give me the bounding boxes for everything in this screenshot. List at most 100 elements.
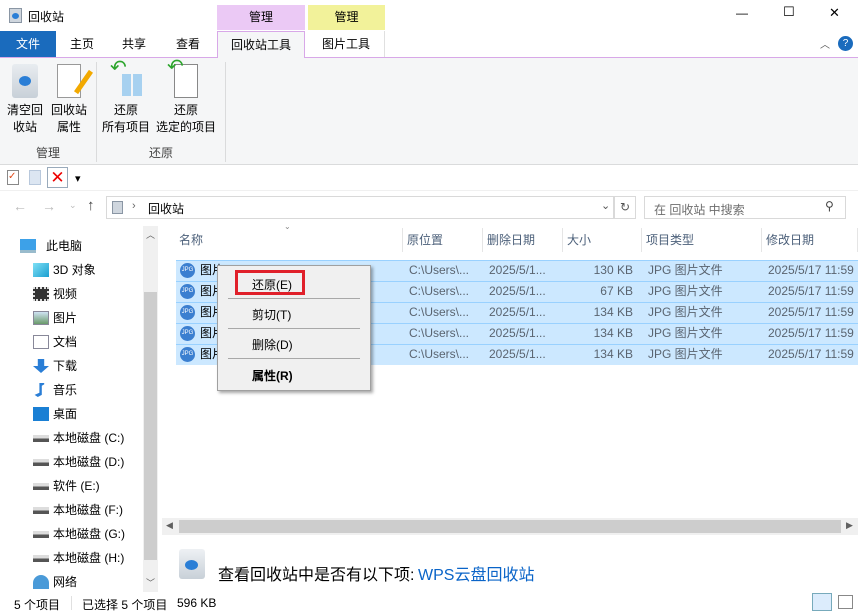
- restore-all-button[interactable]: ↶ 还原 所有项目: [100, 58, 152, 136]
- status-divider: [71, 596, 72, 610]
- tab-share[interactable]: 共享: [108, 31, 160, 57]
- nav-item-label: 视频: [53, 287, 78, 301]
- breadcrumb-recycle-bin[interactable]: 回收站: [148, 200, 184, 217]
- ribbon-collapse-icon[interactable]: ︿: [820, 36, 830, 51]
- horizontal-scrollbar[interactable]: ◀ ▶: [162, 518, 858, 535]
- address-dropdown-icon[interactable]: ⌄: [601, 199, 610, 212]
- group-divider: [225, 62, 226, 162]
- scroll-thumb[interactable]: [179, 520, 841, 533]
- qat-new-folder-icon[interactable]: [29, 170, 41, 185]
- nav-item-11[interactable]: 软件 (E:): [0, 474, 142, 498]
- tab-home[interactable]: 主页: [56, 31, 108, 57]
- nav-item-2[interactable]: 3D 对象: [0, 258, 142, 282]
- search-input[interactable]: 在 回收站 中搜索 ⚲: [644, 196, 846, 219]
- nav-item-5[interactable]: 文档: [0, 330, 142, 354]
- cell-type: JPG 图片文件: [648, 284, 723, 298]
- menu-item-properties[interactable]: 属性(R): [252, 367, 293, 384]
- column-header[interactable]: 名称: [175, 228, 403, 252]
- cell-mod: 2025/5/17 11:59: [768, 263, 854, 277]
- qat-properties-icon[interactable]: ✓: [7, 170, 19, 185]
- maximize-button[interactable]: ☐: [783, 4, 795, 20]
- nav-item-label: 本地磁盘 (C:): [53, 431, 125, 445]
- status-selected-size: 596 KB: [177, 596, 217, 610]
- nav-item-label: 本地磁盘 (H:): [53, 551, 125, 565]
- refresh-button[interactable]: ↻: [614, 196, 636, 219]
- nav-item-3[interactable]: 视频: [0, 282, 142, 306]
- help-icon[interactable]: ?: [838, 36, 853, 51]
- tab-picture-tools[interactable]: 图片工具: [308, 31, 385, 57]
- wps-cloud-recycle-link[interactable]: WPS云盘回收站: [418, 561, 534, 585]
- drive-icon: [33, 531, 49, 538]
- cell-size: 130 KB: [593, 263, 633, 277]
- nav-item-14[interactable]: 本地磁盘 (H:): [0, 546, 142, 570]
- network-icon: [33, 575, 49, 589]
- drive-icon: [33, 435, 49, 442]
- close-button[interactable]: ✕: [829, 5, 840, 21]
- scroll-thumb[interactable]: [144, 292, 157, 560]
- contextual-header-picture-tools: 管理: [308, 5, 385, 30]
- restore-selected-button[interactable]: ↶ 还原 选定的项目: [154, 57, 218, 136]
- column-header[interactable]: 删除日期: [483, 228, 563, 252]
- recycle-bin-properties-button[interactable]: 回收站 属性: [48, 64, 94, 136]
- nav-scrollbar[interactable]: ︿ ﹀: [143, 226, 158, 592]
- details-view-button[interactable]: [812, 593, 832, 611]
- address-bar[interactable]: › 回收站 ⌄: [106, 196, 614, 219]
- menu-item-cut[interactable]: 剪切(T): [252, 306, 291, 323]
- qat-delete-icon[interactable]: ✕: [47, 167, 68, 188]
- recycle-bin-icon: [179, 549, 205, 579]
- tab-recycle-bin-tools[interactable]: 回收站工具: [217, 31, 305, 58]
- cell-type: JPG 图片文件: [648, 263, 723, 277]
- restore-selected-icon: ↶: [167, 57, 198, 98]
- cell-del: 2025/5/1...: [489, 305, 546, 319]
- nav-item-9[interactable]: 本地磁盘 (C:): [0, 426, 142, 450]
- nav-item-10[interactable]: 本地磁盘 (D:): [0, 450, 142, 474]
- qat-customize-dropdown[interactable]: ▾: [75, 172, 81, 185]
- nav-item-13[interactable]: 本地磁盘 (G:): [0, 522, 142, 546]
- menu-item-delete[interactable]: 删除(D): [252, 336, 293, 353]
- cell-mod: 2025/5/17 11:59: [768, 305, 854, 319]
- up-button[interactable]: ↑: [87, 197, 95, 214]
- column-header[interactable]: 原位置: [403, 228, 483, 252]
- forward-button[interactable]: →: [42, 198, 56, 214]
- nav-item-6[interactable]: 下载: [0, 354, 142, 378]
- column-header[interactable]: 修改日期: [762, 228, 858, 252]
- download-icon: [33, 359, 49, 373]
- nav-item-1[interactable]: 此电脑: [0, 234, 142, 258]
- nav-item-15[interactable]: 网络: [0, 570, 142, 594]
- tab-file[interactable]: 文件: [0, 31, 56, 57]
- menu-item-restore[interactable]: 还原(E): [252, 276, 292, 293]
- recent-locations-dropdown[interactable]: ⌄: [69, 200, 77, 211]
- nav-item-7[interactable]: 音乐: [0, 378, 142, 402]
- cell-mod: 2025/5/17 11:59: [768, 347, 854, 361]
- contextual-header-recycle-tools: 管理: [217, 5, 305, 30]
- ribbon: 清空回 收站 回收站 属性 ↶ 还原 所有项目 ↶ 还原 选定的项目 管理 还原: [0, 57, 858, 165]
- scroll-up-arrow[interactable]: ︿: [146, 228, 155, 241]
- empty-recycle-bin-button[interactable]: 清空回 收站: [4, 64, 46, 136]
- column-header[interactable]: 项目类型: [642, 228, 762, 252]
- column-header[interactable]: 大小: [563, 228, 642, 252]
- large-icons-view-button[interactable]: [838, 595, 853, 609]
- minimize-button[interactable]: —: [736, 6, 748, 20]
- nav-item-label: 音乐: [53, 383, 78, 397]
- back-button[interactable]: ←: [13, 198, 27, 214]
- scroll-down-arrow[interactable]: ﹀: [146, 576, 155, 589]
- menu-separator: [228, 298, 360, 299]
- scroll-left-arrow[interactable]: ◀: [166, 520, 173, 531]
- nav-item-12[interactable]: 本地磁盘 (F:): [0, 498, 142, 522]
- nav-item-8[interactable]: 桌面: [0, 402, 142, 426]
- drive-icon: [33, 555, 49, 562]
- cell-del: 2025/5/1...: [489, 263, 546, 277]
- nav-item-label: 此电脑: [46, 239, 83, 253]
- nav-item-4[interactable]: 图片: [0, 306, 142, 330]
- recycle-bin-icon: [112, 201, 123, 214]
- desktop-icon: [33, 407, 49, 421]
- wps-prompt-text: 查看回收站中是否有以下项:: [218, 567, 415, 584]
- cell-type: JPG 图片文件: [648, 305, 723, 319]
- search-icon: ⚲: [825, 199, 834, 213]
- tab-view[interactable]: 查看: [160, 31, 216, 57]
- scroll-right-arrow[interactable]: ▶: [846, 520, 853, 531]
- status-item-count: 5 个项目: [14, 598, 61, 612]
- recycle-bin-icon: [9, 8, 22, 23]
- nav-item-label: 网络: [53, 575, 78, 589]
- jpg-file-icon: JPG: [180, 347, 195, 362]
